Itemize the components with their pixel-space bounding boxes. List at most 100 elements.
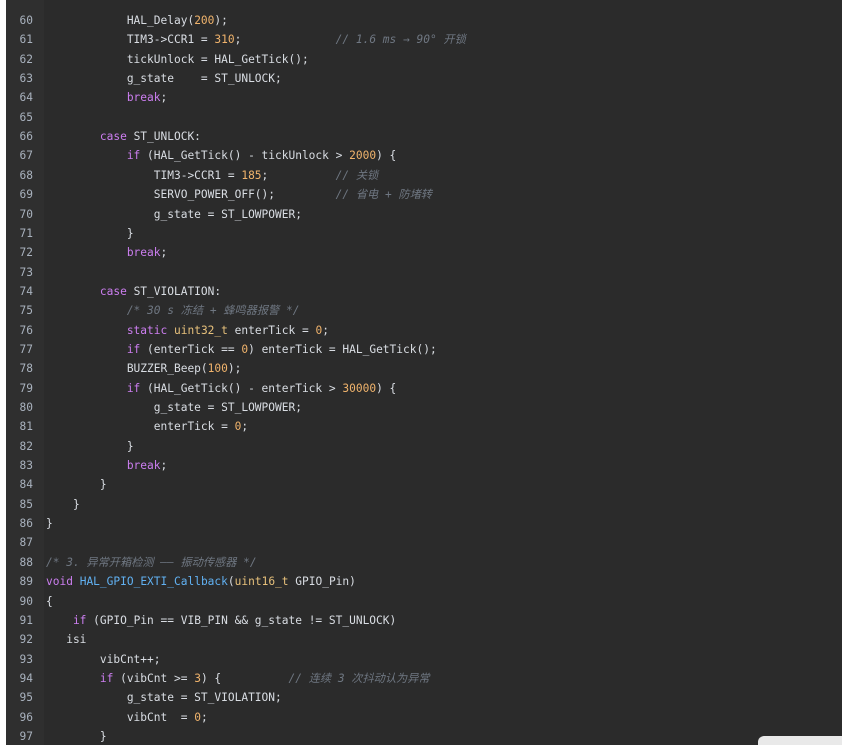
code-token: g_state = ST_VIOLATION; bbox=[46, 691, 282, 705]
code-text: } bbox=[46, 437, 134, 456]
line-number: 82 bbox=[19, 439, 33, 453]
code-token: g_state = ST_UNLOCK; bbox=[46, 72, 282, 86]
code-text: break; bbox=[46, 243, 167, 262]
code-line: 71 } bbox=[6, 224, 842, 243]
line-number: 88 bbox=[19, 555, 33, 569]
code-token: ; bbox=[261, 168, 336, 182]
line-number: 68 bbox=[19, 168, 33, 182]
code-line: 62 tickUnlock = HAL_GetTick(); bbox=[6, 50, 842, 69]
code-token: 30000 bbox=[342, 381, 377, 395]
line-number: 94 bbox=[19, 671, 33, 685]
code-token: g_state = ST_LOWPOWER; bbox=[46, 401, 302, 414]
code-text: if (vibCnt >= 3) { // 连续 3 次抖动认为异常 bbox=[46, 669, 430, 688]
code-text: SERVO_POWER_OFF(); // 省电 + 防堵转 bbox=[46, 185, 432, 204]
code-text: case ST_UNLOCK: bbox=[46, 127, 201, 146]
line-number: 69 bbox=[19, 188, 33, 202]
code-token: TIM3->CCR1 = bbox=[46, 33, 215, 47]
line-number: 92 bbox=[19, 633, 33, 647]
code-line: 90 { bbox=[6, 592, 842, 611]
code-text: vibCnt = 0; bbox=[46, 708, 208, 727]
code-text: isi bbox=[46, 630, 86, 649]
code-token: HAL_GPIO_EXTI_Callback bbox=[79, 575, 228, 589]
code-token: if bbox=[46, 613, 87, 627]
line-number: 78 bbox=[19, 362, 33, 376]
code-token: isi bbox=[46, 633, 87, 647]
code-token: 0 bbox=[194, 710, 201, 724]
code-line: 79 if (HAL_GetTick() - enterTick > 30000… bbox=[6, 379, 842, 398]
line-number: 72 bbox=[19, 246, 33, 260]
code-text: } bbox=[46, 475, 107, 494]
line-number: 73 bbox=[19, 265, 33, 279]
code-token: TIM3->CCR1 = bbox=[46, 168, 242, 182]
code-token: // 关锁 bbox=[335, 168, 379, 182]
code-text: /* 3. 异常开箱检测 —— 振动传感器 */ bbox=[46, 553, 257, 572]
code-text: if (HAL_GetTick() - enterTick > 30000) { bbox=[46, 379, 396, 398]
code-token: /* 30 s 冻结 + 蜂鸣器报警 */ bbox=[46, 304, 300, 318]
code-text: BUZZER_Beep(100); bbox=[46, 359, 242, 378]
code-text: { bbox=[46, 592, 53, 611]
code-token: if bbox=[46, 149, 141, 163]
code-line: 77 if (enterTick == 0) enterTick = HAL_G… bbox=[6, 340, 842, 359]
code-line: 60 HAL_Delay(200); bbox=[6, 11, 842, 30]
code-line: 95 g_state = ST_VIOLATION; bbox=[6, 688, 842, 707]
code-line: 91 if (GPIO_Pin == VIB_PIN && g_state !=… bbox=[6, 611, 842, 630]
code-line: 94 if (vibCnt >= 3) { // 连续 3 次抖动认为异常 bbox=[6, 669, 842, 688]
code-token: SERVO_POWER_OFF(); bbox=[46, 188, 336, 202]
code-token: } bbox=[46, 439, 134, 453]
code-token: ; bbox=[234, 33, 336, 47]
code-token: // 省电 + 防堵转 bbox=[335, 188, 432, 202]
code-line: 69 SERVO_POWER_OFF(); // 省电 + 防堵转 bbox=[6, 185, 842, 204]
code-token: void bbox=[46, 575, 73, 589]
code-line: 75 /* 30 s 冻结 + 蜂鸣器报警 */ bbox=[6, 301, 842, 320]
line-number: 62 bbox=[19, 52, 33, 66]
code-text: } bbox=[46, 495, 80, 514]
code-text: TIM3->CCR1 = 310; // 1.6 ms → 90° 开锁 bbox=[46, 30, 466, 49]
line-number: 66 bbox=[19, 130, 33, 144]
code-token: (GPIO_Pin == VIB_PIN && g_state != ST_UN… bbox=[86, 613, 397, 627]
code-line: 72 break; bbox=[6, 243, 842, 262]
line-number: 86 bbox=[19, 517, 33, 531]
code-token: /* 3. 异常开箱检测 —— 振动传感器 */ bbox=[46, 555, 257, 569]
code-line: 70 g_state = ST_LOWPOWER; bbox=[6, 205, 842, 224]
code-token: tickUnlock = HAL_GetTick(); bbox=[46, 52, 309, 66]
code-line: 76 static uint32_t enterTick = 0; bbox=[6, 321, 842, 340]
code-token: 2000 bbox=[349, 149, 377, 163]
horizontal-scrollbar-thumb[interactable] bbox=[758, 736, 842, 745]
code-line: 97 } bbox=[6, 727, 842, 745]
code-token: break bbox=[46, 459, 161, 473]
code-editor[interactable]: 60 HAL_Delay(200); 61 TIM3->CCR1 = 310; /… bbox=[6, 0, 842, 745]
code-text: HAL_Delay(200); bbox=[46, 11, 228, 30]
code-token: static bbox=[46, 323, 168, 337]
code-token: ; bbox=[160, 246, 168, 260]
code-line: 89 void HAL_GPIO_EXTI_Callback(uint16_t G… bbox=[6, 572, 842, 591]
code-token: ; bbox=[200, 710, 208, 724]
code-line: 85 } bbox=[6, 495, 842, 514]
line-number: 75 bbox=[19, 304, 33, 318]
code-token: ; bbox=[241, 420, 249, 434]
code-line: 84 } bbox=[6, 475, 842, 494]
line-number: 74 bbox=[19, 284, 33, 298]
code-text: } bbox=[46, 514, 53, 533]
code-token: (vibCnt >= bbox=[113, 671, 195, 685]
line-number: 65 bbox=[19, 110, 33, 124]
code-text: /* 30 s 冻结 + 蜂鸣器报警 */ bbox=[46, 301, 300, 320]
line-number: 63 bbox=[19, 72, 33, 86]
line-number: 95 bbox=[19, 691, 33, 705]
line-number: 67 bbox=[19, 149, 33, 163]
code-token: enterTick = bbox=[46, 420, 235, 434]
code-text: static uint32_t enterTick = 0; bbox=[46, 321, 329, 340]
code-line: 80 g_state = ST_LOWPOWER; bbox=[6, 398, 842, 417]
code-text: if (enterTick == 0) enterTick = HAL_GetT… bbox=[46, 340, 437, 359]
code-token: // 1.6 ms → 90° 开锁 bbox=[335, 33, 466, 47]
code-token: } bbox=[46, 226, 134, 240]
code-text: } bbox=[46, 224, 134, 243]
code-line: 63 g_state = ST_UNLOCK; bbox=[6, 69, 842, 88]
code-token: if bbox=[46, 671, 114, 685]
code-text: break; bbox=[46, 88, 167, 107]
line-number: 79 bbox=[19, 381, 33, 395]
code-token: { bbox=[46, 594, 53, 608]
code-line: 81 enterTick = 0; bbox=[6, 417, 842, 436]
code-line: 67 if (HAL_GetTick() - tickUnlock > 2000… bbox=[6, 146, 842, 165]
